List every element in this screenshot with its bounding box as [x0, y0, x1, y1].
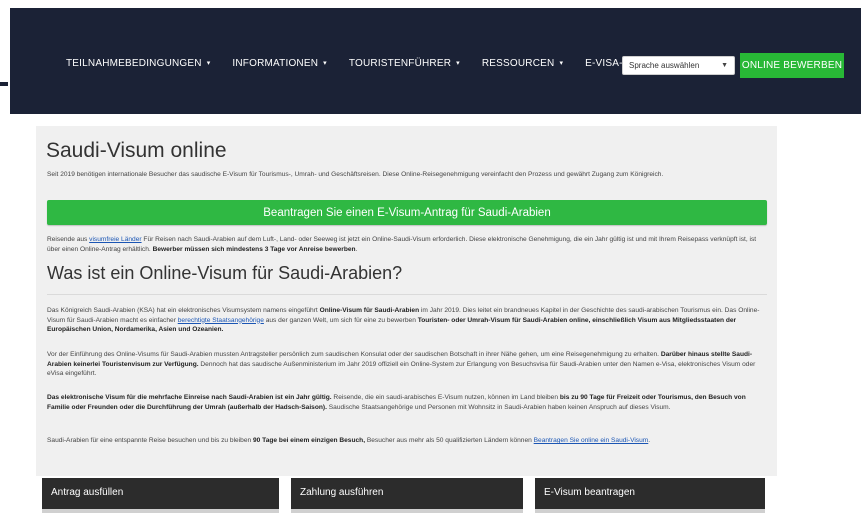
caret-down-icon: ▾: [559, 60, 564, 68]
nav-item-label: RESSOURCEN: [481, 58, 555, 69]
step-card-payment[interactable]: Zahlung ausführen: [291, 478, 523, 513]
card-bottom-strip: [291, 509, 523, 513]
caret-down-icon: ▾: [456, 60, 460, 68]
step-label: E-Visum beantragen: [544, 487, 635, 498]
nav-item-label: TOURISTENFÜHRER: [348, 58, 452, 69]
nav-item-touristenfuehrer[interactable]: TOURISTENFÜHRER ▾: [349, 58, 460, 69]
paragraph-what-is: Das Königreich Saudi-Arabien (KSA) hat e…: [47, 307, 760, 333]
paragraph-history: Vor der Einführung des Online-Visums für…: [47, 351, 756, 377]
step-label: Zahlung ausführen: [300, 487, 384, 498]
paragraph-stay: Saudi-Arabien für eine entspannte Reise …: [47, 437, 651, 444]
step-card-request-evisa[interactable]: E-Visum beantragen: [535, 478, 765, 513]
card-bottom-strip: [535, 509, 765, 513]
apply-evisa-cta-button[interactable]: Beantragen Sie einen E-Visum-Antrag für …: [47, 200, 767, 225]
visa-free-countries-link[interactable]: visumfreie Länder: [89, 236, 141, 243]
nav-item-ressourcen[interactable]: RESSOURCEN ▾: [482, 58, 563, 69]
apply-online-link[interactable]: Beantragen Sie online ein Saudi-Visum: [534, 437, 649, 444]
nav-menu: TEILNAHMEBEDINGUNGEN ▾ INFORMATIONEN ▾ TOU…: [66, 58, 684, 69]
eligible-nationals-link[interactable]: berechtigte Staatsangehörige: [178, 317, 264, 324]
step-card-fill-application[interactable]: Antrag ausfüllen: [42, 478, 279, 513]
nav-item-label: TEILNAHMEBEDINGUNGEN: [66, 58, 202, 69]
navbar-edge: [0, 82, 8, 86]
nav-item-label: INFORMATIONEN: [232, 58, 319, 69]
nav-item-informationen[interactable]: INFORMATIONEN ▾: [232, 58, 326, 69]
paragraph-validity: Das elektronische Visum für die mehrfach…: [47, 394, 746, 411]
page-title: Saudi-Visum online: [46, 139, 227, 162]
caret-down-icon: ▾: [323, 60, 327, 68]
apply-online-button[interactable]: ONLINE BEWERBEN: [740, 53, 844, 78]
language-select-value: Sprache auswählen: [629, 61, 700, 70]
step-label: Antrag ausfüllen: [51, 487, 124, 498]
language-select[interactable]: Sprache auswählen ▼: [622, 56, 735, 75]
section-heading: Was ist ein Online-Visum für Saudi-Arabi…: [47, 263, 403, 283]
intro-paragraph: Seit 2019 benötigen internationale Besuc…: [47, 171, 664, 178]
paragraph-visa-free: Reisende aus visumfreie Länder Für Reise…: [47, 236, 757, 253]
divider: [47, 294, 767, 295]
nav-item-teilnahmebedingungen[interactable]: TEILNAHMEBEDINGUNGEN ▾: [66, 58, 210, 69]
card-bottom-strip: [42, 509, 279, 513]
chevron-down-icon: ▼: [721, 62, 728, 69]
caret-down-icon: ▾: [206, 60, 211, 68]
